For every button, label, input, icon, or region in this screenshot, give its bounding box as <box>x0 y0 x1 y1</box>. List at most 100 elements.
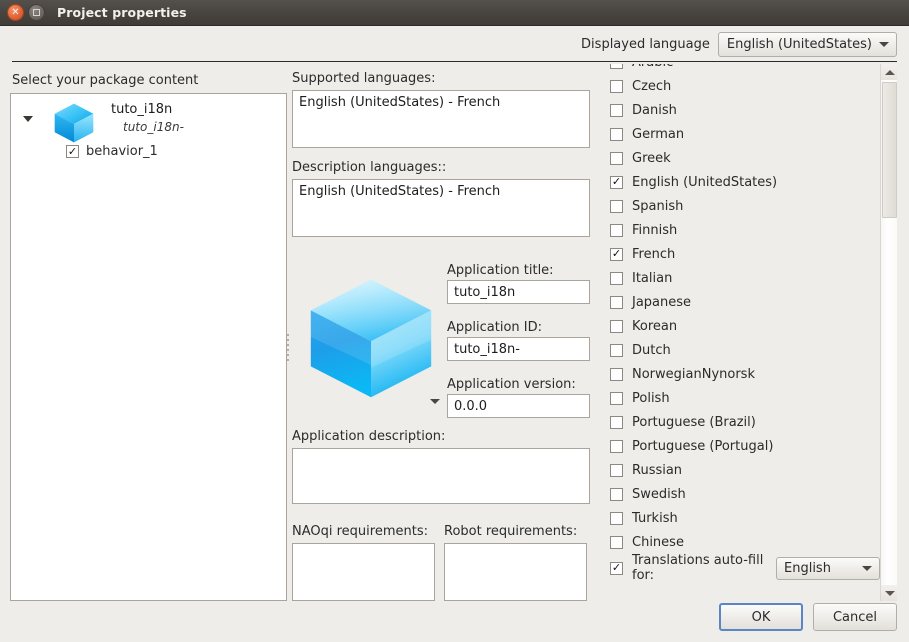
language-item[interactable]: ✓ French <box>598 242 880 266</box>
language-label: Portuguese (Portugal) <box>632 438 774 454</box>
language-label: Dutch <box>632 342 671 358</box>
displayed-language-select[interactable]: English (UnitedStates) <box>717 31 897 57</box>
scrollbar-thumb[interactable] <box>882 82 897 218</box>
robot-requirements-input[interactable] <box>444 543 587 601</box>
translations-autofill-checkbox[interactable]: ✓ <box>610 561 623 575</box>
displayed-language-row: Displayed language English (UnitedStates… <box>0 26 909 62</box>
chevron-down-icon[interactable] <box>430 399 440 404</box>
language-checkbox[interactable]: ✓ <box>610 103 623 117</box>
scroll-up-icon[interactable] <box>881 64 897 80</box>
language-label: Italian <box>632 270 673 286</box>
languages-panel: ✓ Arabic ✓ Czech ✓ Danish ✓ German ✓ Greek ✓ Englis… <box>598 64 897 601</box>
language-checkbox[interactable]: ✓ <box>610 199 623 213</box>
language-item[interactable]: ✓ Russian <box>598 458 880 482</box>
language-checkbox[interactable]: ✓ <box>610 439 623 453</box>
language-item[interactable]: ✓ Czech <box>598 74 880 98</box>
language-checkbox[interactable]: ✓ <box>610 391 623 405</box>
language-checkbox[interactable]: ✓ <box>610 223 623 237</box>
language-checkbox[interactable]: ✓ <box>610 511 623 525</box>
language-label: Japanese <box>632 294 692 310</box>
languages-scroll-area[interactable]: ✓ Arabic ✓ Czech ✓ Danish ✓ German ✓ Greek ✓ Englis… <box>598 64 880 601</box>
language-checkbox[interactable]: ✓ <box>610 487 623 501</box>
language-item[interactable]: ✓ Danish <box>598 98 880 122</box>
language-checkbox[interactable]: ✓ <box>610 295 623 309</box>
language-label: Arabic <box>632 64 673 69</box>
language-item[interactable]: ✓ Finnish <box>598 218 880 242</box>
language-item[interactable]: ✓ Turkish <box>598 506 880 530</box>
language-item[interactable]: ✓ Portuguese (Portugal) <box>598 434 880 458</box>
application-id-input[interactable]: tuto_i18n- <box>447 337 590 361</box>
language-checkbox[interactable]: ✓ <box>610 127 623 141</box>
cube-icon <box>51 100 97 146</box>
close-icon[interactable]: ✕ <box>7 4 24 21</box>
language-checkbox[interactable]: ✓ <box>610 415 623 429</box>
language-item[interactable]: ✓ Dutch <box>598 338 880 362</box>
description-languages-field[interactable]: English (UnitedStates) - French <box>292 179 590 237</box>
translations-autofill-select[interactable]: English <box>776 556 880 580</box>
language-item[interactable]: ✓ NorwegianNynorsk <box>598 362 880 386</box>
language-checkbox[interactable]: ✓ <box>610 271 623 285</box>
language-label: Korean <box>632 318 678 334</box>
supported-languages-label: Supported languages: <box>292 71 436 86</box>
cancel-button[interactable]: Cancel <box>813 603 897 631</box>
application-title-input[interactable]: tuto_i18n <box>447 280 590 304</box>
panel-splitter[interactable] <box>286 93 290 601</box>
language-label: German <box>632 126 685 142</box>
naoqi-requirements-label: NAOqi requirements: <box>292 524 428 539</box>
language-checkbox[interactable]: ✓ <box>610 463 623 477</box>
tree-row[interactable]: tuto_i18n tuto_i18n- <box>11 94 286 150</box>
languages-scrollbar[interactable] <box>880 64 897 601</box>
language-label: Danish <box>632 102 677 118</box>
tree-child-row[interactable]: ✓ behavior_1 <box>66 144 158 159</box>
package-content-label: Select your package content <box>12 73 199 88</box>
application-description-input[interactable] <box>292 448 590 504</box>
language-item[interactable]: ✓ Arabic <box>598 64 880 74</box>
language-checkbox[interactable]: ✓ <box>610 247 623 261</box>
scroll-down-icon[interactable] <box>881 585 897 601</box>
cube-icon[interactable] <box>301 267 441 407</box>
language-item[interactable]: ✓ Polish <box>598 386 880 410</box>
header-divider <box>12 61 897 62</box>
behavior-checkbox[interactable]: ✓ <box>66 145 79 158</box>
language-item[interactable]: ✓ Japanese <box>598 290 880 314</box>
language-item[interactable]: ✓ English (UnitedStates) <box>598 170 880 194</box>
translations-autofill-row: ✓ Translations auto-fill for: English <box>598 553 880 583</box>
language-label: Finnish <box>632 222 678 238</box>
chevron-down-icon[interactable] <box>23 116 33 122</box>
language-label: Greek <box>632 150 671 166</box>
language-checkbox[interactable]: ✓ <box>610 319 623 333</box>
language-item[interactable]: ✓ Chinese <box>598 530 880 554</box>
language-checkbox[interactable]: ✓ <box>610 151 623 165</box>
languages-list: ✓ Arabic ✓ Czech ✓ Danish ✓ German ✓ Greek ✓ Englis… <box>598 64 880 583</box>
language-item[interactable]: ✓ Swedish <box>598 482 880 506</box>
tree-project-id: tuto_i18n- <box>123 120 184 134</box>
language-item[interactable]: ✓ Italian <box>598 266 880 290</box>
language-label: Swedish <box>632 486 686 502</box>
language-item[interactable]: ✓ Korean <box>598 314 880 338</box>
language-checkbox[interactable]: ✓ <box>610 175 623 189</box>
naoqi-requirements-input[interactable] <box>292 543 435 601</box>
package-content-tree[interactable]: tuto_i18n tuto_i18n- ✓ behavior_1 <box>10 93 287 601</box>
language-label: Russian <box>632 462 683 478</box>
behavior-label: behavior_1 <box>86 144 158 159</box>
language-checkbox[interactable]: ✓ <box>610 343 623 357</box>
ok-button[interactable]: OK <box>719 603 803 631</box>
language-checkbox[interactable]: ✓ <box>610 535 623 549</box>
language-checkbox[interactable]: ✓ <box>610 367 623 381</box>
supported-languages-field[interactable]: English (UnitedStates) - French <box>292 90 590 148</box>
language-checkbox[interactable]: ✓ <box>610 64 623 69</box>
language-item[interactable]: ✓ Greek <box>598 146 880 170</box>
displayed-language-value: English (UnitedStates) <box>726 36 872 52</box>
tree-project-name: tuto_i18n <box>111 102 173 117</box>
language-label: Spanish <box>632 198 684 214</box>
language-item[interactable]: ✓ German <box>598 122 880 146</box>
chevron-down-icon <box>862 566 872 571</box>
maximize-icon[interactable] <box>28 4 45 21</box>
application-title-label: Application title: <box>447 263 554 278</box>
language-label: Turkish <box>632 510 678 526</box>
language-checkbox[interactable]: ✓ <box>610 79 623 93</box>
language-label: Czech <box>632 78 672 94</box>
language-item[interactable]: ✓ Portuguese (Brazil) <box>598 410 880 434</box>
application-version-input[interactable]: 0.0.0 <box>447 394 590 418</box>
language-item[interactable]: ✓ Spanish <box>598 194 880 218</box>
